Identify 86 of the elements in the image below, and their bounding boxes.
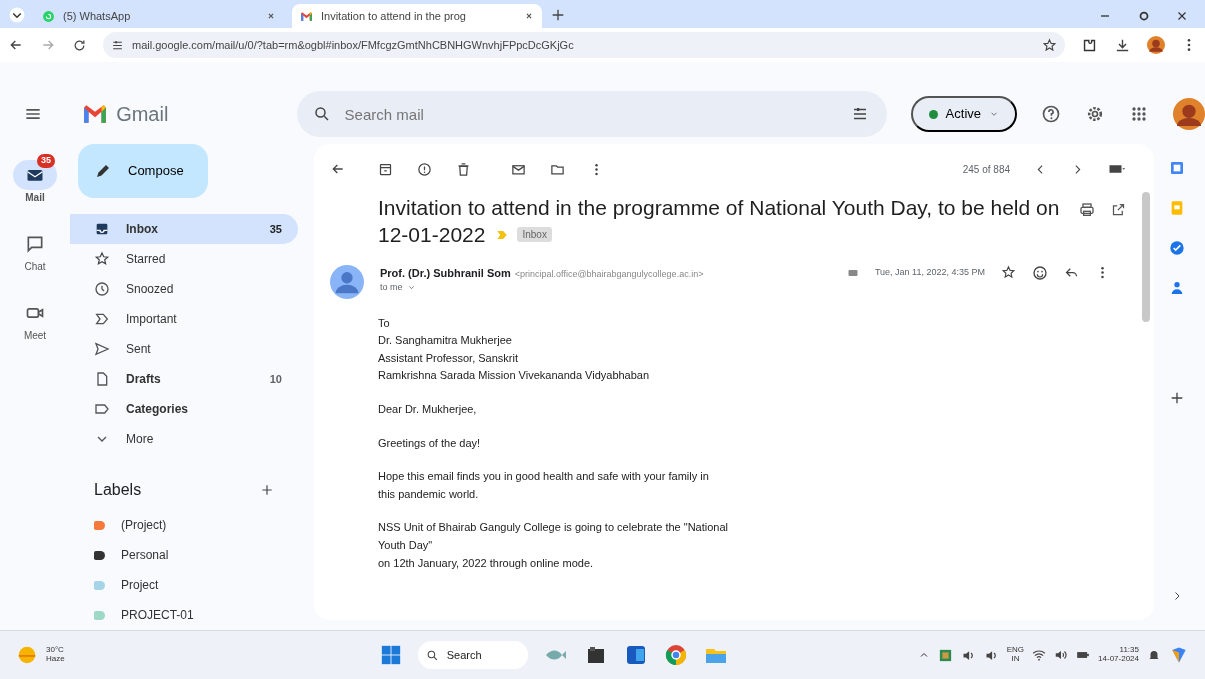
file-icon: [94, 371, 110, 387]
folder-item[interactable]: Snoozed: [70, 274, 298, 304]
body-paragraph: Dear Dr. Mukherjee,: [378, 401, 478, 417]
pencil-icon: [94, 162, 112, 180]
status-button[interactable]: Active: [910, 96, 1017, 132]
print-icon[interactable]: [1079, 202, 1095, 218]
help-icon[interactable]: [1041, 104, 1061, 124]
sender-email: <principal.office@bhairabgangulycollege.ac.in>: [514, 267, 704, 281]
star-icon[interactable]: [1001, 265, 1016, 281]
notification-icon[interactable]: [1147, 648, 1161, 662]
sender-name: Prof. (Dr.) Subhranil Som: [380, 265, 511, 281]
account-avatar-icon[interactable]: [1173, 98, 1205, 130]
restore-icon[interactable]: [1137, 9, 1151, 23]
folder-item[interactable]: Categories: [70, 394, 298, 424]
check-circle-icon[interactable]: [1168, 240, 1185, 256]
scrollbar-thumb[interactable]: [1142, 192, 1150, 322]
site-settings-icon: [111, 38, 124, 52]
send-icon: [94, 341, 110, 357]
label-icon: [94, 401, 110, 417]
archive-icon[interactable]: [378, 161, 393, 177]
folder-item[interactable]: Inbox 35: [70, 214, 298, 244]
inbox-icon: [94, 221, 110, 237]
search-icon: [425, 648, 439, 662]
unread-count-badge: 35: [37, 154, 55, 168]
chat-bubble-icon: [42, 9, 55, 23]
body-paragraph: Greetings of the day!: [378, 435, 482, 451]
mail-logo-icon: [300, 9, 313, 23]
profile-avatar-icon[interactable]: [1147, 36, 1165, 54]
close-icon[interactable]: [524, 11, 534, 21]
start-icon[interactable]: [379, 644, 402, 666]
folder-item[interactable]: Important: [70, 304, 298, 334]
add-label-icon[interactable]: [260, 483, 274, 497]
weather-widget[interactable]: 30°C Haze: [16, 644, 65, 666]
folder-item[interactable]: Starred: [70, 244, 298, 274]
temperature-text: 30°C: [46, 646, 65, 655]
label-item[interactable]: Personal: [70, 540, 298, 570]
open-new-window-icon[interactable]: [1111, 202, 1126, 217]
clock[interactable]: 11:35 14-07-2024: [1098, 646, 1139, 664]
status-dot-icon: [928, 109, 938, 119]
wifi-icon[interactable]: [1032, 648, 1047, 662]
recipient-toggle[interactable]: to me: [380, 281, 416, 295]
search-field[interactable]: Search mail: [296, 91, 887, 137]
browser-icon[interactable]: [663, 643, 688, 667]
folder-item[interactable]: Drafts 10: [70, 364, 298, 394]
delete-icon[interactable]: [456, 161, 471, 177]
taskbar-search[interactable]: Search: [417, 641, 528, 669]
weather-icon: [16, 644, 38, 666]
tab-search-icon[interactable]: [8, 6, 26, 24]
inbox-tag[interactable]: Inbox: [517, 227, 552, 243]
label-item[interactable]: (Project): [70, 510, 298, 540]
gmail-logo[interactable]: Gmail: [66, 99, 297, 129]
body-paragraph: To Dr. Sanghamitra Mukherjee Assistant Professor, Sanskrit Ramkrishna Sarada Mission Vivekananda Vidyabhaban: [378, 315, 651, 384]
browser-tab[interactable]: Invitation to attend in the prog: [292, 4, 542, 28]
labels-heading: Labels: [94, 480, 142, 500]
compose-button[interactable]: Compose: [78, 144, 208, 198]
calendar-icon[interactable]: [1168, 160, 1185, 176]
browser-tab[interactable]: (5) WhatsApp: [34, 4, 284, 28]
important-icon: [94, 311, 110, 327]
message-date: Tue, Jan 11, 2022, 4:35 PM: [874, 265, 985, 279]
bookmark-star-icon: [1042, 37, 1057, 53]
language-indicator[interactable]: ENG IN: [1006, 646, 1025, 664]
star-icon: [94, 251, 110, 267]
label-item[interactable]: PROJECT-01: [70, 600, 298, 630]
address-bar[interactable]: mail.google.com/mail/u/0/?tab=rm&ogbl#inbox/FMfcgzGmtNhCBNHGWnvhjFPpcDcGKjGc: [103, 32, 1065, 58]
folder-item[interactable]: Sent: [70, 334, 298, 364]
folder-item[interactable]: More: [70, 424, 298, 454]
body-paragraph: NSS Unit of Bhairab Ganguly College is going to celebrate the "National Youth Day" on 12th January, 2022 through online mode.: [378, 520, 729, 571]
reload-icon[interactable]: [72, 37, 87, 53]
rail-item[interactable]: Meet: [13, 290, 57, 343]
settings-icon[interactable]: [1085, 104, 1105, 124]
chat-icon: [25, 234, 45, 254]
close-icon[interactable]: [266, 11, 276, 21]
tray-app-icon[interactable]: [937, 647, 953, 663]
pager-text: 245 of 884: [962, 162, 1010, 177]
body-paragraph: Hope this email finds you in good health and safe with your family in this pandemic world.: [378, 469, 710, 502]
rail-item[interactable]: Chat: [13, 221, 57, 274]
emoji-reaction-icon[interactable]: [1032, 264, 1048, 281]
email-subject: 12-01-2022: [378, 222, 486, 249]
report-spam-icon[interactable]: [417, 161, 432, 177]
weather-text: Haze: [46, 655, 65, 664]
email-subject: Invitation to attend in the programme of National Youth Day, to be held on: [378, 195, 1061, 221]
sender-avatar-icon: [330, 264, 364, 299]
search-icon: [312, 105, 331, 123]
clock-icon: [94, 281, 110, 297]
label-item[interactable]: Project: [70, 570, 298, 600]
volume-icon[interactable]: [1054, 648, 1069, 662]
